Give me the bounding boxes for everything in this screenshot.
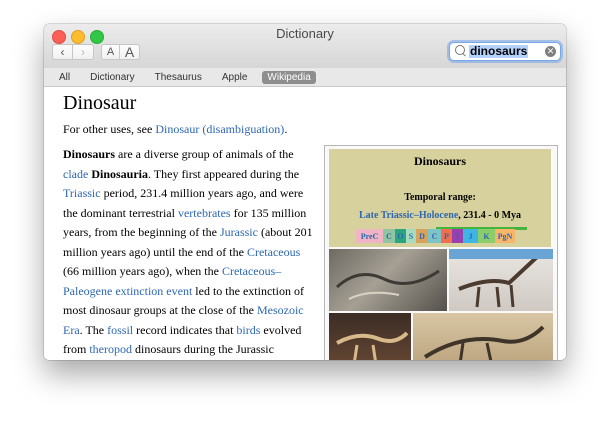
range-link[interactable]: Late Triassic–Holocene: [359, 210, 458, 221]
dinosaur-photo-collage[interactable]: [329, 249, 553, 360]
article-title: Dinosaur: [63, 92, 137, 114]
temporal-range-label: Temporal range:: [404, 192, 476, 203]
tab-thesaurus[interactable]: Thesaurus: [150, 71, 207, 84]
period-cambrian[interactable]: C: [383, 229, 395, 243]
infobox-header: Dinosaurs Temporal range: Late Triassic–…: [329, 149, 551, 247]
link-vertebrates[interactable]: vertebrates: [178, 206, 231, 220]
tyrannosaur-skeleton-photo: [329, 313, 411, 360]
period-carboniferous[interactable]: C: [428, 229, 441, 243]
text: dinosaurs during the Jurassic: [131, 342, 274, 356]
text: . They first appeared during the: [148, 166, 300, 181]
link-clade[interactable]: clade: [63, 167, 88, 181]
link-cretaceous[interactable]: Cretaceous: [247, 245, 300, 259]
sauropod-skeleton-photo: [449, 249, 553, 311]
tab-wikipedia[interactable]: Wikipedia: [262, 70, 316, 84]
back-button[interactable]: ‹: [52, 44, 73, 60]
text: are a diverse group of animals of the: [115, 147, 294, 161]
period-cretaceous[interactable]: K: [478, 229, 495, 243]
link-triassic[interactable]: Triassic: [63, 186, 101, 200]
temporal-range: Late Triassic–Holocene, 231.4 - 0 Mya: [329, 210, 551, 221]
hadrosaur-skeleton-photo: [413, 313, 553, 360]
link-theropod[interactable]: theropod: [89, 342, 132, 356]
text: record indicates that: [133, 322, 237, 337]
forward-button[interactable]: ›: [73, 44, 94, 60]
link-fossil[interactable]: fossil: [107, 323, 133, 337]
large-a-icon: A: [124, 44, 135, 60]
fossil-slab-image: [335, 269, 440, 300]
hatnote: For other uses, see Dinosaur (disambigua…: [63, 122, 287, 137]
small-a-icon: A: [106, 46, 115, 58]
search-icon: [455, 45, 465, 55]
period-paleogene-neogene[interactable]: PgN: [495, 229, 515, 243]
window-title: Dictionary: [276, 26, 334, 41]
bold-term: Dinosaurs: [63, 147, 116, 161]
article-content: Dinosaur For other uses, see Dinosaur (d…: [44, 88, 566, 360]
hadrosaur-skeleton-image: [423, 325, 545, 360]
infobox-title: Dinosaurs: [413, 154, 466, 168]
title-bar: Dictionary ‹ › A A dinosaurs ✕: [44, 24, 566, 69]
hatnote-text: For other uses, see: [63, 122, 156, 136]
dictionary-window: Dictionary ‹ › A A dinosaurs ✕ All Dicti…: [44, 24, 566, 360]
disambiguation-link[interactable]: Dinosaur (disambiguation): [155, 122, 284, 136]
increase-font-button[interactable]: A: [120, 44, 140, 60]
range-value: , 231.4 - 0 Mya: [458, 210, 522, 221]
bold-term: Dinosauria: [91, 166, 148, 181]
period-jurassic[interactable]: J: [463, 229, 478, 243]
search-input[interactable]: dinosaurs: [469, 45, 529, 58]
period-devonian[interactable]: D: [416, 229, 428, 243]
period-triassic[interactable]: T: [452, 229, 463, 243]
tab-all[interactable]: All: [54, 71, 75, 84]
article-paragraph: Dinosaurs are a diverse group of animals…: [63, 145, 317, 360]
decrease-font-button[interactable]: A: [101, 44, 120, 60]
fossil-slab-photo: [329, 249, 447, 311]
tyrannosaur-skeleton-image: [336, 331, 409, 360]
chevron-right-icon: ›: [81, 45, 85, 59]
hatnote-end: .: [284, 122, 288, 136]
text: (66 million years ago), when the: [63, 264, 222, 278]
tab-dictionary[interactable]: Dictionary: [85, 71, 139, 84]
sauropod-skeleton-image: [449, 249, 553, 308]
tab-apple[interactable]: Apple: [217, 71, 253, 84]
infobox: Dinosaurs Temporal range: Late Triassic–…: [324, 145, 558, 360]
source-tab-bar: All Dictionary Thesaurus Apple Wikipedia: [44, 68, 566, 87]
search-field[interactable]: dinosaurs ✕: [449, 42, 561, 61]
period-precambrian[interactable]: PreC: [356, 229, 383, 243]
link-jurassic[interactable]: Jurassic: [220, 225, 258, 239]
clear-search-icon[interactable]: ✕: [545, 46, 556, 57]
geologic-period-strip: PreC C O S D C P T J K PgN: [356, 229, 515, 243]
chevron-left-icon: ‹: [60, 45, 65, 59]
period-ordovician[interactable]: O: [395, 229, 406, 243]
text: . The: [79, 322, 108, 337]
link-birds[interactable]: birds: [236, 323, 260, 337]
period-silurian[interactable]: S: [406, 229, 416, 243]
period-permian[interactable]: P: [441, 229, 452, 243]
